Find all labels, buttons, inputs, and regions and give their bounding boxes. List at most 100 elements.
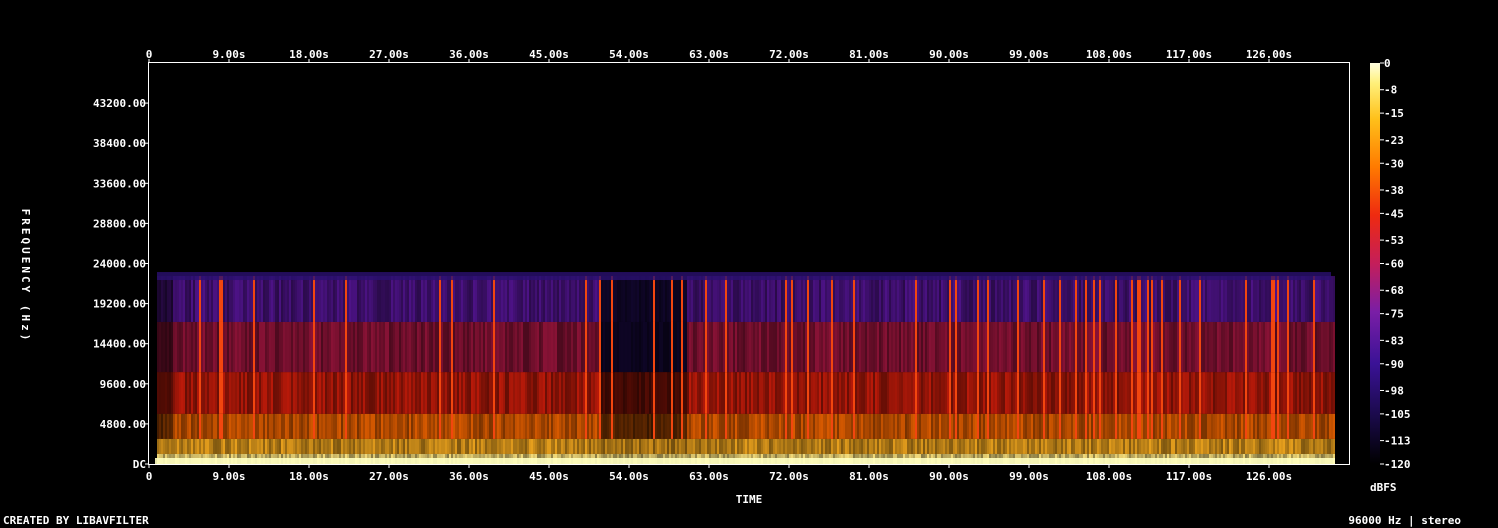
- spectrogram-cell: [725, 413, 727, 439]
- spectrogram-cell: [825, 372, 827, 414]
- spectrogram-cell: [289, 372, 291, 414]
- spectrogram-cell: [913, 372, 915, 414]
- spectrogram-cell: [829, 413, 831, 439]
- spectrogram-cell: [1041, 276, 1043, 322]
- spectrogram-cell: [647, 372, 649, 414]
- spectrogram-cell: [1073, 413, 1075, 439]
- spectrogram-cell: [1253, 438, 1255, 454]
- spectrogram-cell: [463, 276, 465, 322]
- spectrogram-cell: [719, 438, 721, 454]
- spectrogram-cell: [501, 321, 503, 373]
- spectrogram-cell: [291, 413, 293, 439]
- spectrogram-cell: [471, 372, 473, 414]
- spectrogram-cell: [1063, 438, 1065, 454]
- spectrogram-cell: [847, 321, 849, 373]
- spectrogram-cell: [513, 276, 515, 322]
- spectrogram-cell: [1091, 372, 1093, 414]
- spectrogram-cell: [1143, 321, 1145, 373]
- spectrogram-cell: [239, 372, 241, 414]
- spectrogram-cell: [607, 276, 609, 322]
- spectrogram-cell: [815, 413, 817, 439]
- spectrogram-cell: [929, 438, 931, 454]
- spectrogram-cell: [539, 276, 541, 322]
- spectrogram-cell: [815, 372, 817, 414]
- spectrogram-cell: [215, 438, 217, 454]
- spectrogram-cell: [435, 321, 437, 373]
- spectrogram-cell: [1009, 413, 1011, 439]
- spectrogram-cell: [433, 413, 435, 439]
- spectrogram-cell: [1067, 276, 1069, 322]
- spectrogram-cell: [951, 321, 953, 373]
- spectrogram-cell: [527, 413, 529, 439]
- spectrogram-cell: [1177, 276, 1179, 322]
- spectrogram-cell: [887, 276, 889, 322]
- spectrogram-cell: [491, 276, 493, 322]
- spectrogram-cell: [1201, 321, 1203, 373]
- spectrogram-cell: [1043, 276, 1045, 322]
- spectrogram-cell: [429, 413, 431, 439]
- spectrogram-cell: [249, 413, 251, 439]
- spectrogram-cell: [1131, 372, 1133, 414]
- spectrogram-cell: [1253, 413, 1255, 439]
- spectrogram-cell: [205, 321, 207, 373]
- spectrogram-cell: [357, 438, 359, 454]
- spectrogram-cell: [303, 276, 305, 322]
- spectrogram-cell: [1299, 413, 1301, 439]
- spectrogram-cell: [397, 372, 399, 414]
- spectrogram-cell: [843, 372, 845, 414]
- spectrogram-cell: [209, 413, 211, 439]
- spectrogram-cell: [449, 372, 451, 414]
- spectrogram-cell: [423, 276, 425, 322]
- spectrogram-cell: [659, 372, 661, 414]
- spectrogram-cell: [759, 321, 761, 373]
- spectrogram-cell: [805, 372, 807, 414]
- spectrogram-cell: [1095, 413, 1097, 439]
- spectrogram-cell: [799, 372, 801, 414]
- spectrogram-cell: [181, 321, 183, 373]
- spectrogram-cell: [1241, 372, 1243, 414]
- spectrogram-cell: [717, 276, 719, 322]
- spectrogram-cell: [649, 438, 651, 454]
- spectrogram-cell: [759, 413, 761, 439]
- spectrogram-cell: [459, 321, 461, 373]
- x-axis-label: TIME: [736, 493, 763, 506]
- spectrogram-cell: [1027, 438, 1029, 454]
- spectrogram-cell: [1229, 276, 1231, 322]
- spectrogram-cell: [1293, 276, 1295, 322]
- spectrogram-cell: [239, 276, 241, 322]
- spectrogram-cell: [475, 372, 477, 414]
- spectrogram-cell: [1227, 438, 1229, 454]
- spectrogram-cell: [865, 413, 867, 439]
- spectrogram-cell: [181, 276, 183, 322]
- spectrogram-cell: [985, 413, 987, 439]
- spectrogram-cell: [515, 372, 517, 414]
- spectrogram-cell: [1041, 321, 1043, 373]
- spectrogram-cell: [611, 372, 613, 414]
- spectrogram-cell: [739, 321, 741, 373]
- spectrogram-cell: [861, 438, 863, 454]
- spectrogram-cell: [699, 438, 701, 454]
- spectrogram-cell: [1169, 413, 1171, 439]
- spectrogram-cell: [455, 438, 457, 454]
- spectrogram-cell: [171, 276, 173, 322]
- spectrogram-cell: [1169, 438, 1171, 454]
- spectrogram-cell: [369, 413, 371, 439]
- spectrogram-cell: [387, 276, 389, 322]
- spectrogram-cell: [851, 276, 853, 322]
- spectrogram-cell: [855, 321, 857, 373]
- spectrogram-cell: [701, 276, 703, 322]
- spectrogram-cell: [543, 321, 545, 373]
- spectrogram-cell: [1045, 438, 1047, 454]
- spectrogram-cell: [385, 276, 387, 322]
- spectrogram-cell: [653, 372, 655, 414]
- spectrogram-cell: [1189, 276, 1191, 322]
- spectrogram-cell: [507, 438, 509, 454]
- spectrogram-cell: [643, 276, 645, 322]
- spectrogram-cell: [611, 321, 613, 373]
- spectrogram-cell: [1133, 372, 1135, 414]
- spectrogram-cell: [251, 413, 253, 439]
- spectrogram-cell: [923, 276, 925, 322]
- spectrogram-cell: [1289, 276, 1291, 322]
- colorbar-tick-label: -83: [1384, 334, 1404, 347]
- spectrogram-cell: [849, 413, 851, 439]
